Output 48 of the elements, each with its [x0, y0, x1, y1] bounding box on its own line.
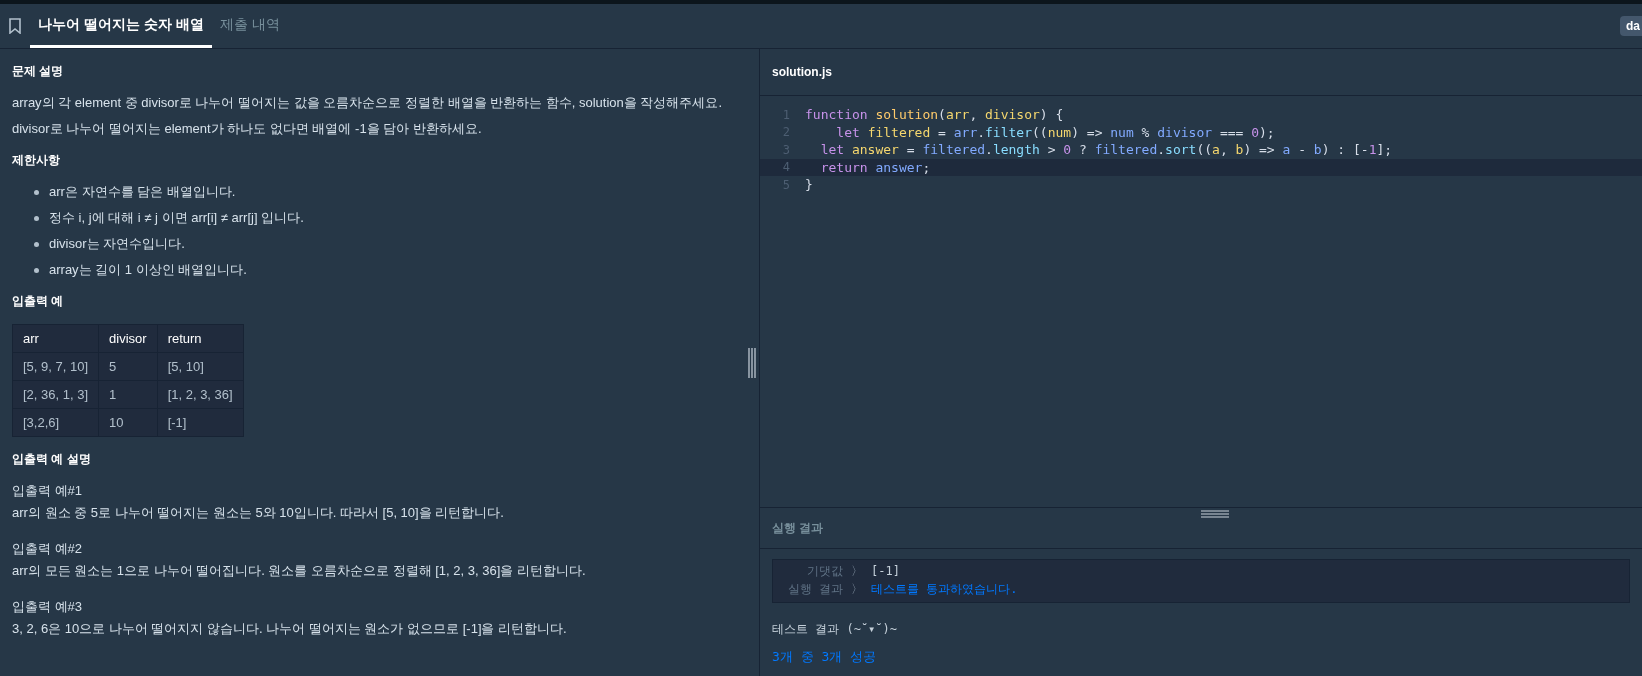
example-title: 입출력 예#3: [12, 598, 84, 616]
table-cell: 1: [98, 380, 158, 409]
constraint-item: divisor는 자연수입니다.: [49, 235, 185, 253]
result-value: [-1]: [871, 564, 900, 578]
table-cell: [2, 36, 1, 3]: [12, 380, 99, 409]
test-result-title: 테스트 결과 (~˘▾˘)~: [772, 621, 899, 638]
table-cell: [3,2,6]: [12, 408, 99, 437]
constraint-item: arr은 자연수를 담은 배열입니다.: [49, 183, 236, 201]
user-badge[interactable]: da: [1620, 16, 1642, 36]
bullet-icon: [34, 241, 39, 247]
bullet-icon: [34, 267, 39, 273]
bullet-icon: [34, 215, 39, 221]
example-text: arr의 원소 중 5로 나누어 떨어지는 원소는 5와 10입니다. 따라서 [5, 10]을 리턴합니다.: [12, 504, 505, 522]
description-text: divisor로 나누어 떨어지는 element가 하나도 없다면 배열에 -1을 담아 반환하세요.: [12, 120, 483, 138]
table-cell: [5, 9, 7, 10]: [12, 352, 99, 381]
result-label: 실행 결과: [786, 580, 843, 598]
example-text: 3, 2, 6은 10으로 나누어 떨어지지 않습니다. 나누어 떨어지는 원소가 없으므로 [-1]을 리턴합니다.: [12, 620, 568, 638]
constraint-item: 정수 i, j에 대해 i ≠ j 이면 arr[i] ≠ arr[j] 입니다.: [49, 209, 304, 227]
table-cell: 10: [98, 408, 158, 437]
table-header: return: [157, 324, 244, 353]
section-title: 입출력 예 설명: [12, 451, 92, 468]
separator-icon: 〉: [851, 562, 863, 580]
table-header: divisor: [98, 324, 158, 353]
example-title: 입출력 예#2: [12, 540, 84, 558]
separator-icon: 〉: [851, 580, 863, 598]
resize-handle-icon[interactable]: [1201, 510, 1229, 518]
bullet-icon: [34, 189, 39, 195]
example-text: arr의 모든 원소는 1으로 나누어 떨어집니다. 원소를 오름차순으로 정렬해 [1, 2, 3, 36]을 리턴합니다.: [12, 562, 587, 580]
example-title: 입출력 예#1: [12, 482, 84, 500]
result-value: 테스트를 통과하였습니다.: [871, 580, 1018, 598]
file-name[interactable]: solution.js: [772, 65, 832, 79]
results-title: 실행 결과: [772, 520, 824, 536]
table-header: arr: [12, 324, 99, 353]
description-text: array의 각 element 중 divisor로 나누어 떨어지는 값을 오름차순으로 정렬한 배열을 반환하는 함수, solution을 작성해주세요.: [12, 94, 724, 112]
resize-handle-icon[interactable]: [748, 347, 756, 378]
constraint-item: array는 길이 1 이상인 배열입니다.: [49, 261, 247, 279]
bookmark-icon[interactable]: [8, 18, 22, 34]
section-title: 제한사항: [12, 152, 61, 169]
test-summary: 3개 중 3개 성공: [772, 648, 878, 666]
tab[interactable]: 제출 내역: [211, 4, 288, 48]
table-cell: [5, 10]: [157, 352, 244, 381]
table-cell: [1, 2, 3, 36]: [157, 380, 244, 409]
result-label: 기댓값: [806, 562, 843, 580]
table-cell: 5: [98, 352, 158, 381]
table-cell: [-1]: [157, 408, 244, 437]
section-title: 문제 설명: [12, 63, 65, 80]
section-title: 입출력 예: [12, 293, 65, 310]
tab[interactable]: 나누어 떨어지는 숫자 배열: [30, 4, 212, 48]
